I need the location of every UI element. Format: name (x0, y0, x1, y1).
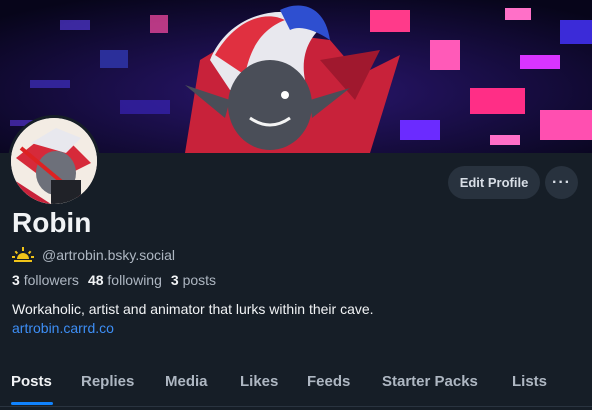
tab-feeds[interactable]: Feeds (307, 360, 350, 402)
tab-posts[interactable]: Posts (11, 360, 52, 402)
more-options-button[interactable]: ··· (545, 166, 578, 199)
followers-label: followers (23, 272, 79, 288)
tab-replies[interactable]: Replies (81, 360, 134, 402)
following-label: following (107, 272, 162, 288)
following-count: 48 (87, 272, 104, 288)
display-name: Robin (12, 207, 92, 238)
sunrise-icon (12, 247, 34, 262)
ellipsis-icon: ··· (552, 173, 571, 191)
tab-media[interactable]: Media (165, 360, 208, 402)
tab-lists[interactable]: Lists (512, 360, 547, 402)
handle-text[interactable]: @artrobin.bsky.social (42, 247, 175, 263)
active-tab-indicator (11, 402, 53, 405)
posts-label: posts (182, 272, 217, 288)
tab-likes[interactable]: Likes (240, 360, 278, 402)
followers-stat[interactable]: 3 followers (12, 272, 79, 288)
handle-row: @artrobin.bsky.social (12, 245, 175, 265)
tabs-divider (0, 406, 592, 407)
posts-stat: 3 posts (171, 272, 216, 288)
profile-tabs: Posts Replies Media Likes Feeds Starter … (0, 360, 592, 410)
followers-count: 3 (12, 272, 20, 288)
following-stat[interactable]: 48 following (88, 272, 162, 288)
posts-count: 3 (170, 272, 179, 288)
edit-profile-button[interactable]: Edit Profile (448, 166, 540, 199)
avatar[interactable] (8, 115, 100, 207)
profile-bio: Workaholic, artist and animator that lur… (12, 301, 374, 317)
avatar-image (11, 118, 97, 204)
profile-stats: 3 followers 48 following 3 posts (12, 272, 225, 288)
tab-starter-packs[interactable]: Starter Packs (382, 360, 478, 402)
profile-link[interactable]: artrobin.carrd.co (12, 320, 114, 336)
